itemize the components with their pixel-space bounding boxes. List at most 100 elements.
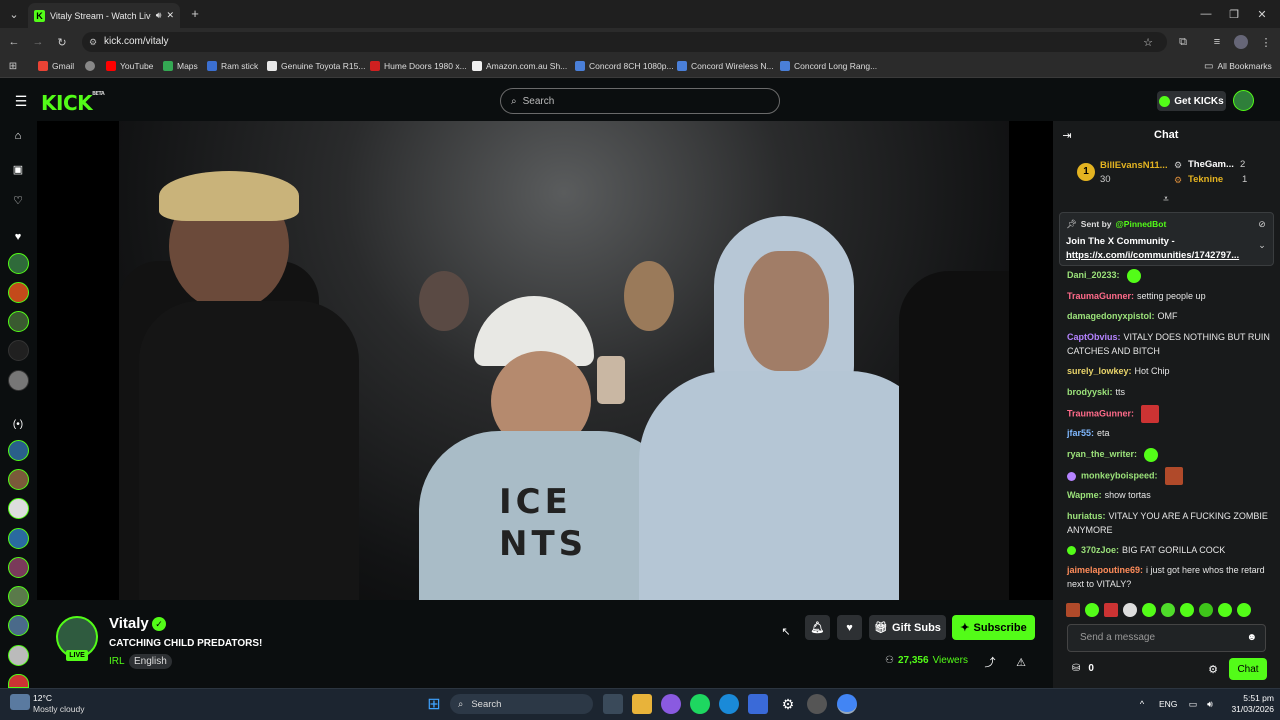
hide-pin-icon[interactable]: ⊘ bbox=[1256, 218, 1268, 230]
reload-icon[interactable]: ↻ bbox=[54, 34, 70, 50]
emote-icon[interactable] bbox=[1066, 603, 1080, 617]
subscribe-button[interactable]: ✦ Subscribe bbox=[952, 615, 1035, 640]
leader-third-name[interactable]: Teknine bbox=[1188, 174, 1223, 185]
followed-channel-avatar[interactable] bbox=[8, 370, 29, 391]
browse-icon[interactable]: ▣ bbox=[10, 161, 26, 177]
recommended-channel-avatar[interactable] bbox=[8, 674, 29, 688]
expand-pin-icon[interactable]: ⌄ bbox=[1256, 239, 1268, 251]
gift-subs-button[interactable]: 🎁︎ Gift Subs bbox=[869, 615, 946, 640]
notification-bell-button[interactable]: 🔔︎ bbox=[805, 615, 830, 640]
spotify-icon[interactable] bbox=[690, 694, 710, 714]
pinned-link[interactable]: https://x.com/i/communities/1742797... bbox=[1066, 250, 1239, 261]
category-link[interactable]: IRL bbox=[109, 656, 125, 667]
bookmark-amazon[interactable]: Amazon.com.au Sh... bbox=[472, 58, 567, 74]
chat-username[interactable]: TraumaGunner: bbox=[1067, 408, 1134, 418]
language-tag[interactable]: English bbox=[129, 654, 172, 669]
emote-icon[interactable] bbox=[1237, 603, 1251, 617]
leader-first-name[interactable]: BillEvansN11... bbox=[1100, 160, 1168, 171]
copilot-icon[interactable] bbox=[661, 694, 681, 714]
followed-channel-avatar[interactable] bbox=[8, 282, 29, 303]
windows-start-icon[interactable]: ⊞ bbox=[424, 694, 444, 714]
report-warning-icon[interactable]: ⚠ bbox=[1014, 655, 1028, 669]
recommended-channel-avatar[interactable] bbox=[8, 440, 29, 461]
recommended-channel-avatar[interactable] bbox=[8, 557, 29, 578]
file-explorer-icon[interactable] bbox=[632, 694, 652, 714]
recommended-channel-avatar[interactable] bbox=[8, 498, 29, 519]
bookmark-concord-wireless[interactable]: Concord Wireless N... bbox=[677, 58, 774, 74]
chat-username[interactable]: 370zJoe: bbox=[1081, 545, 1119, 555]
browser-tab[interactable]: K Vitaly Stream - Watch Live 🔊︎ ✕ bbox=[28, 3, 180, 28]
emote-icon[interactable] bbox=[1199, 603, 1213, 617]
chat-username[interactable]: jaimelapoutine69: bbox=[1067, 565, 1143, 575]
recommended-channel-avatar[interactable] bbox=[8, 469, 29, 490]
apps-grid-icon[interactable]: ⊞ bbox=[6, 59, 20, 73]
bookmark-hume[interactable]: Hume Doors 1980 x... bbox=[370, 58, 467, 74]
following-icon[interactable]: ♡ bbox=[10, 192, 26, 208]
bookmark-gmail[interactable]: Gmail bbox=[38, 58, 74, 74]
clock-time[interactable]: 5:51 pm bbox=[1226, 693, 1274, 703]
chat-username[interactable]: CaptObvius: bbox=[1067, 332, 1121, 342]
bookmark-youtube[interactable]: YouTube bbox=[106, 58, 153, 74]
emote-icon[interactable] bbox=[1085, 603, 1099, 617]
taskbar-search[interactable]: ⌕ Search bbox=[450, 694, 593, 714]
collapse-chat-icon[interactable]: ⇥ bbox=[1060, 128, 1074, 142]
extensions-icon[interactable]: ⧉ bbox=[1175, 34, 1191, 50]
back-icon[interactable]: ← bbox=[6, 34, 22, 50]
media-controls-icon[interactable]: ≡ bbox=[1209, 34, 1225, 50]
emote-icon[interactable] bbox=[1180, 603, 1194, 617]
new-tab-icon[interactable]: + bbox=[188, 6, 202, 21]
followed-channel-avatar[interactable] bbox=[8, 311, 29, 332]
forward-icon[interactable]: → bbox=[30, 34, 46, 50]
tab-list-icon[interactable]: ⌄ bbox=[6, 6, 22, 22]
recommended-channel-avatar[interactable] bbox=[8, 645, 29, 666]
chat-username[interactable]: jfar55: bbox=[1067, 428, 1094, 438]
emote-icon[interactable] bbox=[1142, 603, 1156, 617]
more-menu-icon[interactable]: ⋮ bbox=[1258, 34, 1274, 50]
pinned-message[interactable]: 📌︎ Sent by @PinnedBot Join The X Communi… bbox=[1059, 212, 1274, 266]
weather-icon[interactable] bbox=[10, 694, 30, 710]
follow-button[interactable]: ♥ bbox=[837, 615, 862, 640]
chrome-icon[interactable] bbox=[837, 694, 857, 714]
bookmark-concord-8ch[interactable]: Concord 8CH 1080p... bbox=[575, 58, 674, 74]
minimize-icon[interactable]: — bbox=[1198, 6, 1214, 22]
channel-name[interactable]: Vitaly bbox=[109, 615, 149, 632]
chat-username[interactable]: Wapme: bbox=[1067, 490, 1102, 500]
hamburger-menu-icon[interactable]: ☰ bbox=[13, 93, 29, 109]
edge-icon[interactable] bbox=[719, 694, 739, 714]
home-icon[interactable]: ⌂ bbox=[10, 128, 26, 144]
recommended-channel-avatar[interactable] bbox=[8, 528, 29, 549]
chat-input[interactable]: Send a message ☻ bbox=[1067, 624, 1266, 652]
tab-close-icon[interactable]: ✕ bbox=[166, 10, 174, 21]
emote-icon[interactable] bbox=[1123, 603, 1137, 617]
emote-icon[interactable] bbox=[1218, 603, 1232, 617]
expand-leaderboard-icon[interactable]: ⩡ bbox=[1159, 193, 1173, 205]
url-bar[interactable]: ⚙ kick.com/vitaly bbox=[82, 32, 1167, 52]
chat-username[interactable]: surely_lowkey: bbox=[1067, 366, 1132, 376]
search-input[interactable]: ⌕ Search bbox=[500, 88, 780, 114]
tray-overflow-icon[interactable]: ^ bbox=[1136, 698, 1148, 710]
chat-username[interactable]: damagedonyxpistol: bbox=[1067, 311, 1155, 321]
followed-channel-avatar[interactable] bbox=[8, 340, 29, 361]
bookmark-globe[interactable] bbox=[85, 58, 95, 74]
kicks-balance[interactable]: ⛁ 0 bbox=[1072, 663, 1094, 674]
get-kicks-button[interactable]: Get KICKs bbox=[1157, 91, 1226, 111]
chat-settings-icon[interactable]: ⚙ bbox=[1207, 663, 1219, 676]
settings-icon[interactable]: ⚙ bbox=[778, 694, 798, 714]
leader-second-name[interactable]: TheGam... bbox=[1188, 159, 1234, 170]
chat-username[interactable]: Dani_20233: bbox=[1067, 270, 1120, 280]
recommended-channel-avatar[interactable] bbox=[8, 615, 29, 636]
site-info-icon[interactable]: ⚙ bbox=[89, 32, 97, 52]
video-player[interactable]: ICE NTS bbox=[37, 121, 1053, 600]
share-icon[interactable]: ⤴ bbox=[983, 655, 997, 669]
bookmark-ram-stick[interactable]: Ram stick bbox=[207, 58, 258, 74]
network-icon[interactable]: ▭ bbox=[1187, 698, 1199, 710]
bookmark-star-icon[interactable]: ☆ bbox=[1140, 34, 1156, 50]
chat-username[interactable]: huriatus: bbox=[1067, 511, 1106, 521]
task-view-icon[interactable] bbox=[603, 694, 623, 714]
bookmark-maps[interactable]: Maps bbox=[163, 58, 198, 74]
bookmark-concord-long[interactable]: Concord Long Rang... bbox=[780, 58, 877, 74]
emoji-picker-icon[interactable]: ☻ bbox=[1246, 625, 1257, 651]
speaker-icon[interactable]: 🔊︎ bbox=[156, 10, 162, 21]
recommended-channel-avatar[interactable] bbox=[8, 586, 29, 607]
followed-channel-avatar[interactable] bbox=[8, 253, 29, 274]
